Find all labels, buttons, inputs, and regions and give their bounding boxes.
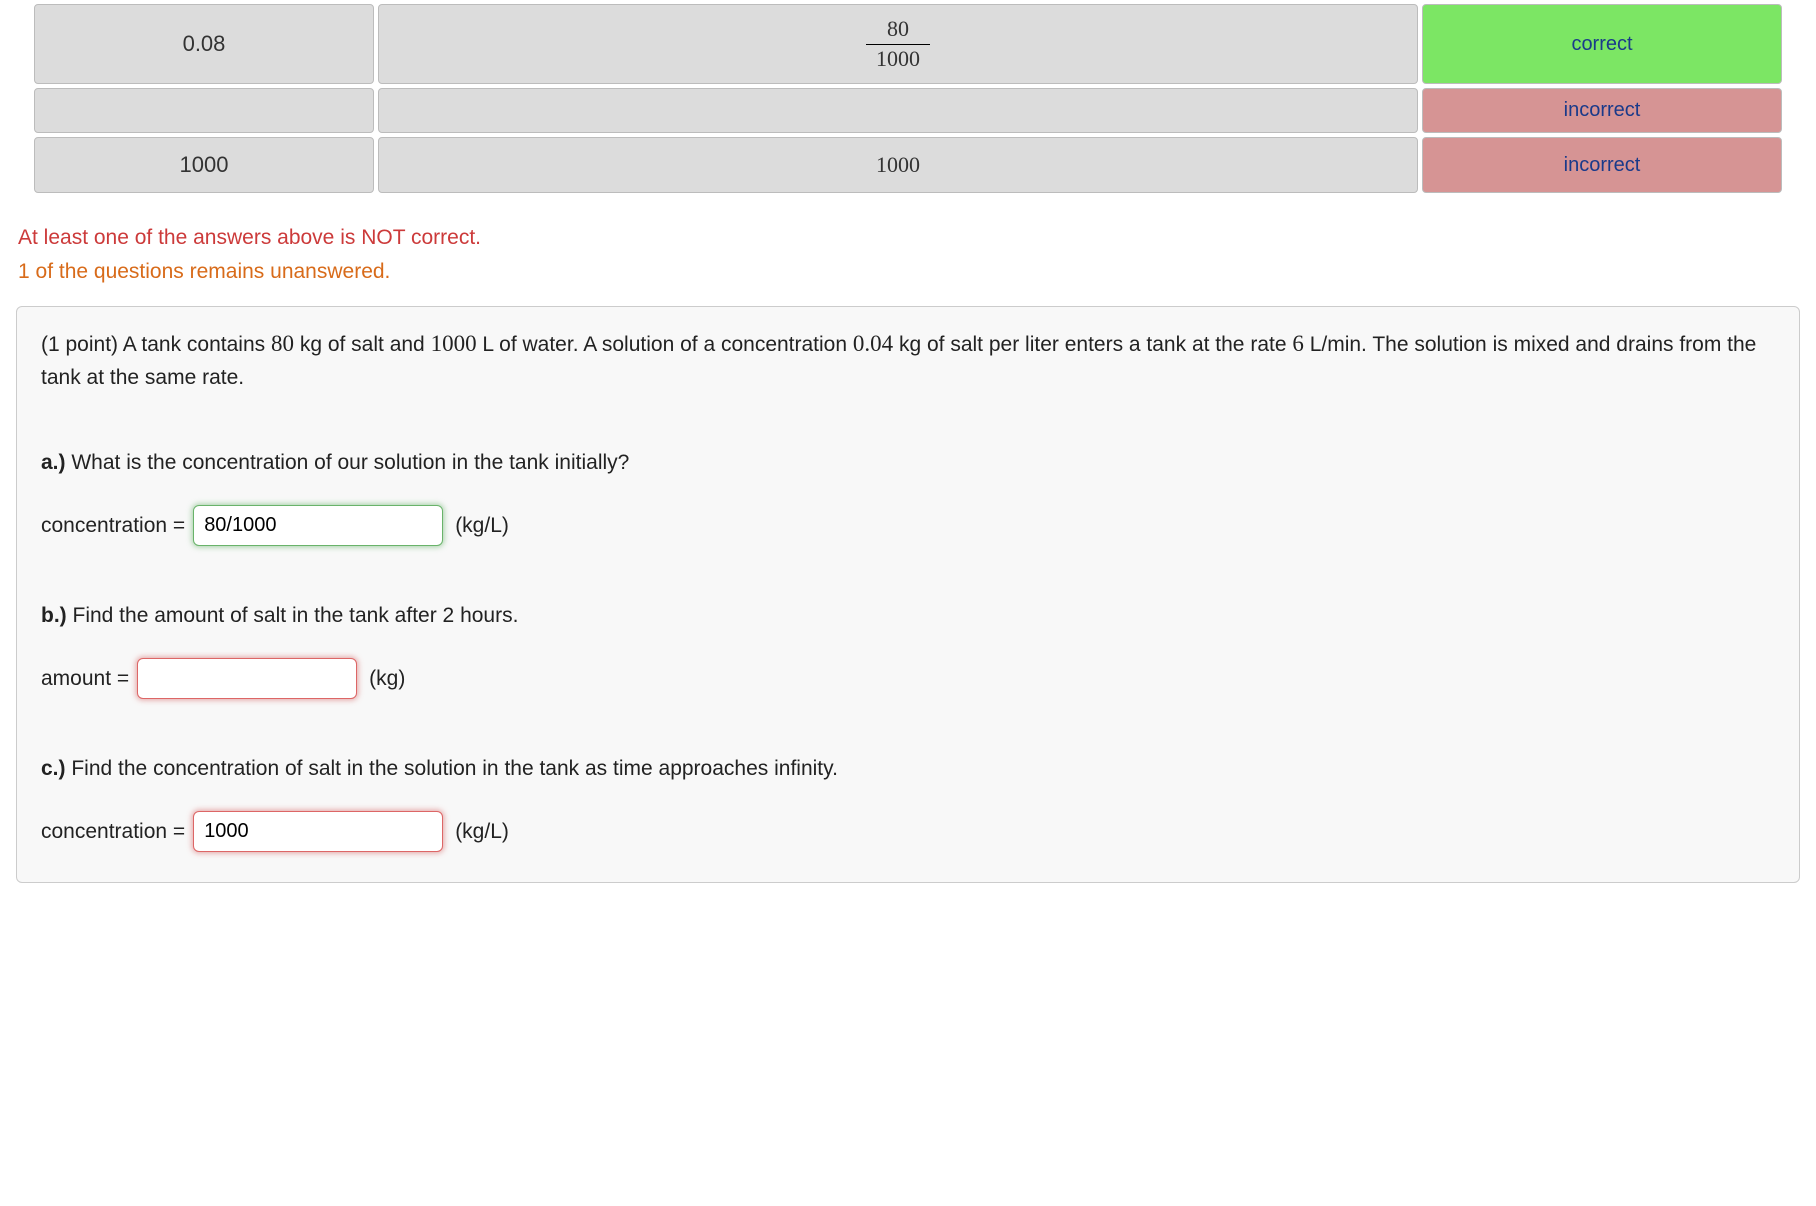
part-b-input[interactable] [137, 658, 357, 699]
status-cell-incorrect: incorrect [1422, 137, 1782, 193]
results-table: 0.08 80 1000 correct incorrect 1000 1000… [30, 0, 1786, 197]
messages: At least one of the answers above is NOT… [18, 221, 1816, 288]
part-c-question: c.) Find the concentration of salt in th… [41, 757, 1775, 781]
part-c-field-label: concentration = [41, 820, 185, 844]
status-cell-incorrect: incorrect [1422, 88, 1782, 133]
fraction: 80 1000 [866, 17, 930, 70]
problem-statement: (1 point) A tank contains 80 kg of salt … [41, 327, 1775, 393]
table-row: 1000 1000 incorrect [34, 137, 1782, 193]
preview-cell: 1000 [378, 137, 1418, 193]
part-a-input[interactable] [193, 505, 443, 546]
table-row: incorrect [34, 88, 1782, 133]
preview-cell: 80 1000 [378, 4, 1418, 84]
table-row: 0.08 80 1000 correct [34, 4, 1782, 84]
part-b: b.) Find the amount of salt in the tank … [41, 604, 1775, 699]
part-a-question: a.) What is the concentration of our sol… [41, 451, 1775, 475]
preview-cell [378, 88, 1418, 133]
part-b-question: b.) Find the amount of salt in the tank … [41, 604, 1775, 628]
part-c-input[interactable] [193, 811, 443, 852]
status-cell-correct: correct [1422, 4, 1782, 84]
warning-message: 1 of the questions remains unanswered. [18, 255, 1816, 289]
part-a-field-label: concentration = [41, 514, 185, 538]
entered-cell [34, 88, 374, 133]
problem-box: (1 point) A tank contains 80 kg of salt … [16, 306, 1800, 883]
entered-cell: 0.08 [34, 4, 374, 84]
part-c: c.) Find the concentration of salt in th… [41, 757, 1775, 852]
error-message: At least one of the answers above is NOT… [18, 221, 1816, 255]
entered-cell: 1000 [34, 137, 374, 193]
part-b-field-label: amount = [41, 667, 129, 691]
part-a-unit: (kg/L) [455, 514, 509, 538]
part-b-unit: (kg) [369, 667, 405, 691]
part-a: a.) What is the concentration of our sol… [41, 451, 1775, 546]
part-c-unit: (kg/L) [455, 820, 509, 844]
